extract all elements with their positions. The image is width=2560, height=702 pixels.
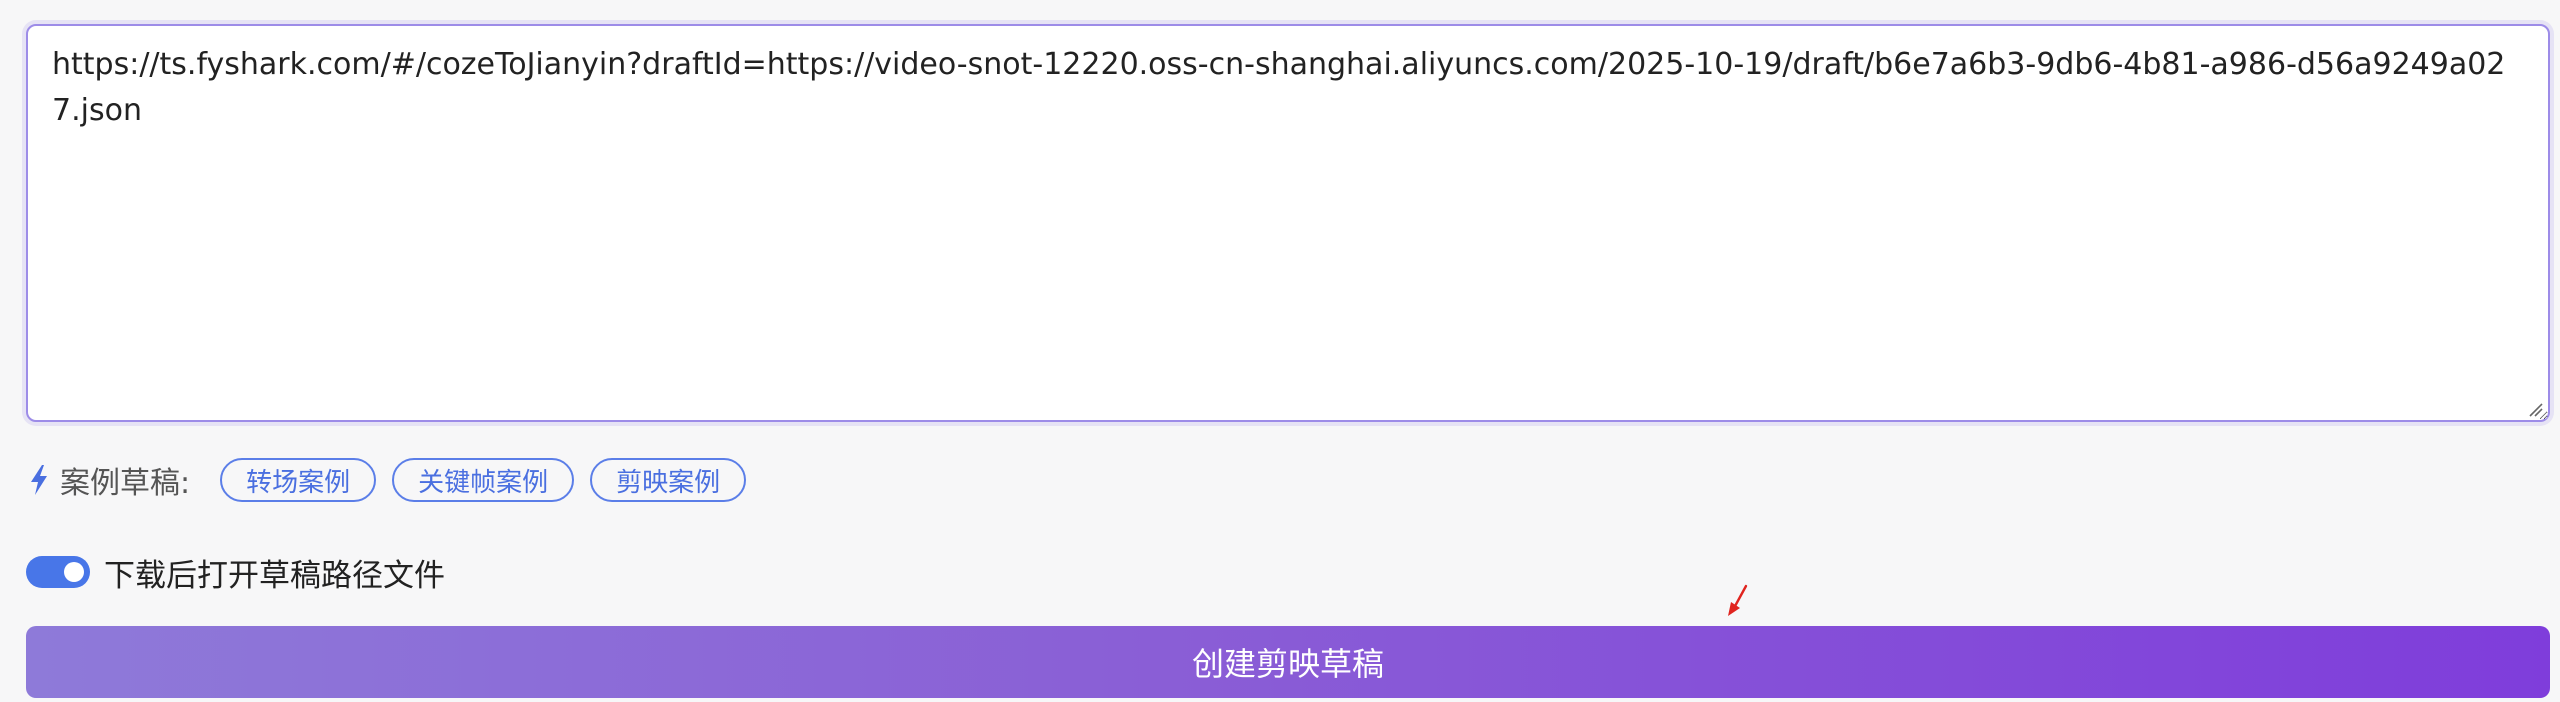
example-drafts-row: 案例草稿: 转场案例 关键帧案例 剪映案例 xyxy=(28,456,762,504)
example-chip-label: 剪映案例 xyxy=(616,467,721,498)
draft-url-textarea[interactable]: https://ts.fyshark.com/#/cozeToJianyin?d… xyxy=(26,24,2550,422)
create-draft-button[interactable]: 创建剪映草稿 xyxy=(26,626,2550,698)
example-chip-keyframe[interactable]: 关键帧案例 xyxy=(392,458,575,502)
example-chip-transition[interactable]: 转场案例 xyxy=(220,458,377,502)
toggle-knob xyxy=(64,562,84,582)
open-folder-toggle[interactable] xyxy=(26,556,90,588)
red-arrow-pointer-icon xyxy=(1728,584,1748,616)
example-drafts-label: 案例草稿: xyxy=(60,466,191,501)
resize-handle-icon[interactable] xyxy=(2524,398,2544,418)
bolt-icon xyxy=(31,465,47,495)
example-chip-jianying[interactable]: 剪映案例 xyxy=(590,458,747,502)
open-folder-toggle-label: 下载后打开草稿路径文件 xyxy=(104,557,445,594)
example-chip-label: 转场案例 xyxy=(246,467,351,498)
page: https://ts.fyshark.com/#/cozeToJianyin?d… xyxy=(0,0,2560,702)
example-chip-label: 关键帧案例 xyxy=(418,467,549,498)
open-folder-option-row: 下载后打开草稿路径文件 xyxy=(26,550,445,594)
create-draft-button-label: 创建剪映草稿 xyxy=(1191,645,1384,683)
